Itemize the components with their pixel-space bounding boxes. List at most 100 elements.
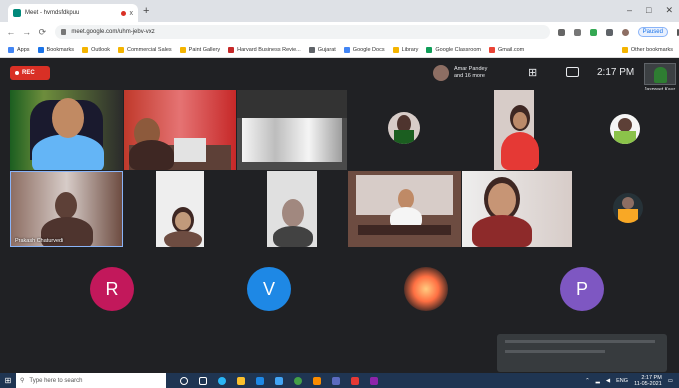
paused-badge[interactable]: Paused bbox=[637, 27, 668, 37]
bookmark-item[interactable]: Apps bbox=[8, 46, 30, 53]
tab-close-button[interactable]: x bbox=[130, 10, 134, 17]
url-field[interactable]: meet.google.com/uhm-jebv-vxz bbox=[55, 25, 550, 39]
bookmark-item[interactable]: Google Classroom bbox=[426, 46, 481, 53]
chat-icon[interactable] bbox=[566, 67, 579, 77]
new-tab-button[interactable]: + bbox=[143, 5, 149, 17]
camera-icon[interactable] bbox=[557, 28, 565, 36]
participant-face bbox=[398, 189, 414, 209]
mail-icon[interactable] bbox=[275, 376, 283, 385]
back-icon[interactable]: ← bbox=[6, 27, 16, 37]
bookmark-item[interactable]: Library bbox=[392, 46, 418, 53]
minimize-button[interactable]: – bbox=[627, 5, 632, 16]
volume-icon[interactable]: ◀ bbox=[606, 378, 610, 384]
extensions: Paused bbox=[557, 27, 679, 37]
store-icon[interactable] bbox=[256, 376, 264, 385]
participant-tile[interactable] bbox=[124, 171, 236, 247]
participant-tile[interactable] bbox=[237, 171, 347, 247]
app-icon[interactable] bbox=[313, 376, 321, 385]
bookmark-label: Google Docs bbox=[352, 46, 385, 53]
presenter-name: Amar Pandey bbox=[454, 66, 488, 72]
forward-icon[interactable]: → bbox=[22, 27, 32, 37]
presenter-avatar bbox=[433, 65, 449, 81]
participant-video bbox=[164, 231, 202, 247]
bookmark-item[interactable]: Gmail.com bbox=[488, 46, 525, 53]
search-placeholder: Type here to search bbox=[29, 377, 83, 384]
bookmark-item[interactable]: Bookmarks bbox=[37, 46, 75, 53]
bookmark-label: Other bookmarks bbox=[630, 46, 673, 53]
bookmark-label: Gmail.com bbox=[497, 46, 525, 53]
participant-avatar bbox=[610, 114, 640, 144]
windows-start-icon[interactable]: ⊞ bbox=[0, 373, 16, 388]
close-window-button[interactable]: ✕ bbox=[665, 5, 673, 16]
rec-label: REC bbox=[22, 70, 35, 76]
bookmark-label: Gujarat bbox=[317, 46, 336, 53]
participant-avatar-v[interactable]: V bbox=[247, 267, 291, 311]
task-view-icon[interactable] bbox=[199, 376, 207, 385]
app-icon[interactable] bbox=[370, 376, 378, 385]
cortana-icon[interactable] bbox=[180, 376, 188, 385]
apps-icon bbox=[8, 46, 14, 53]
search-icon: ⚲ bbox=[20, 378, 25, 384]
notifications-icon[interactable]: ▭ bbox=[668, 378, 673, 384]
participant-avatar-r[interactable]: R bbox=[90, 267, 134, 311]
people-icon[interactable]: ⊞ bbox=[528, 66, 537, 79]
participant-face bbox=[52, 98, 84, 138]
folder-icon bbox=[179, 46, 186, 53]
taskbar-apps bbox=[180, 376, 378, 385]
participant-tile[interactable] bbox=[124, 90, 236, 170]
participant-name: Prakash Chaturvedi bbox=[15, 238, 64, 244]
presenter-info[interactable]: Amar Pandey and 16 more bbox=[433, 65, 487, 81]
bookmark-item[interactable]: Outlook bbox=[82, 46, 111, 53]
notification-popup bbox=[497, 334, 667, 372]
meet-favicon-icon bbox=[13, 9, 21, 17]
reload-icon[interactable]: ⟳ bbox=[38, 27, 48, 38]
extension-icon[interactable] bbox=[589, 28, 597, 36]
participant-tile[interactable]: Prakash Chaturvedi bbox=[10, 171, 123, 247]
tray-clock[interactable]: 2:17 PM 11-05-2021 bbox=[634, 375, 662, 387]
puzzle-icon[interactable] bbox=[605, 28, 613, 36]
participant-tile[interactable] bbox=[348, 90, 458, 170]
gmail-icon bbox=[488, 46, 495, 53]
bookmark-label: Apps bbox=[17, 46, 30, 53]
bookmark-icon bbox=[228, 46, 235, 53]
recording-dot-icon bbox=[120, 10, 126, 16]
participant-avatar-photo[interactable] bbox=[404, 267, 448, 311]
file-explorer-icon[interactable] bbox=[237, 376, 245, 385]
star-icon[interactable] bbox=[573, 28, 581, 36]
self-view-thumbnail[interactable] bbox=[644, 63, 676, 85]
network-icon[interactable]: ▂ bbox=[596, 378, 600, 384]
participant-tile[interactable] bbox=[462, 171, 572, 247]
bookmark-item[interactable]: Gujarat bbox=[308, 46, 336, 53]
bookmark-item[interactable]: Paint Gallery bbox=[179, 46, 221, 53]
bookmark-label: Paint Gallery bbox=[188, 46, 221, 53]
language[interactable]: ENG bbox=[616, 378, 628, 384]
participant-tile[interactable] bbox=[459, 90, 569, 170]
edge-icon[interactable] bbox=[218, 376, 226, 385]
tab-title: Meet - hvmdsfdkpuu bbox=[25, 10, 80, 16]
bookmark-icon bbox=[308, 46, 315, 53]
participant-avatar-p[interactable]: P bbox=[560, 267, 604, 311]
participant-tile[interactable] bbox=[10, 90, 123, 170]
browser-tab[interactable]: Meet - hvmdsfdkpuu x bbox=[8, 4, 138, 22]
participant-face bbox=[282, 199, 304, 227]
participant-video bbox=[501, 132, 539, 170]
bookmark-item[interactable]: Commercial Sales bbox=[118, 46, 172, 53]
bookmark-label: Harvard Business Revie... bbox=[237, 46, 301, 53]
chrome-icon[interactable] bbox=[294, 376, 302, 385]
bookmark-item[interactable]: Harvard Business Revie... bbox=[228, 46, 301, 53]
taskbar-search-input[interactable]: ⚲ Type here to search bbox=[16, 373, 166, 388]
profile-icon[interactable] bbox=[621, 28, 629, 36]
participant-tile[interactable] bbox=[573, 171, 676, 247]
app-icon[interactable] bbox=[332, 376, 340, 385]
participant-tile[interactable] bbox=[237, 90, 347, 170]
bookmark-label: Bookmarks bbox=[46, 46, 75, 53]
bookmark-label: Outlook bbox=[91, 46, 111, 53]
participant-tile[interactable] bbox=[570, 90, 676, 170]
other-bookmarks[interactable]: Other bookmarks bbox=[621, 46, 673, 53]
url-text: meet.google.com/uhm-jebv-vxz bbox=[71, 29, 155, 35]
app-icon[interactable] bbox=[351, 376, 359, 385]
participant-tile[interactable] bbox=[348, 171, 461, 247]
bookmark-item[interactable]: Google Docs bbox=[343, 46, 385, 53]
up-arrow-icon[interactable]: ⌃ bbox=[585, 378, 590, 384]
maximize-button[interactable]: □ bbox=[646, 5, 651, 16]
